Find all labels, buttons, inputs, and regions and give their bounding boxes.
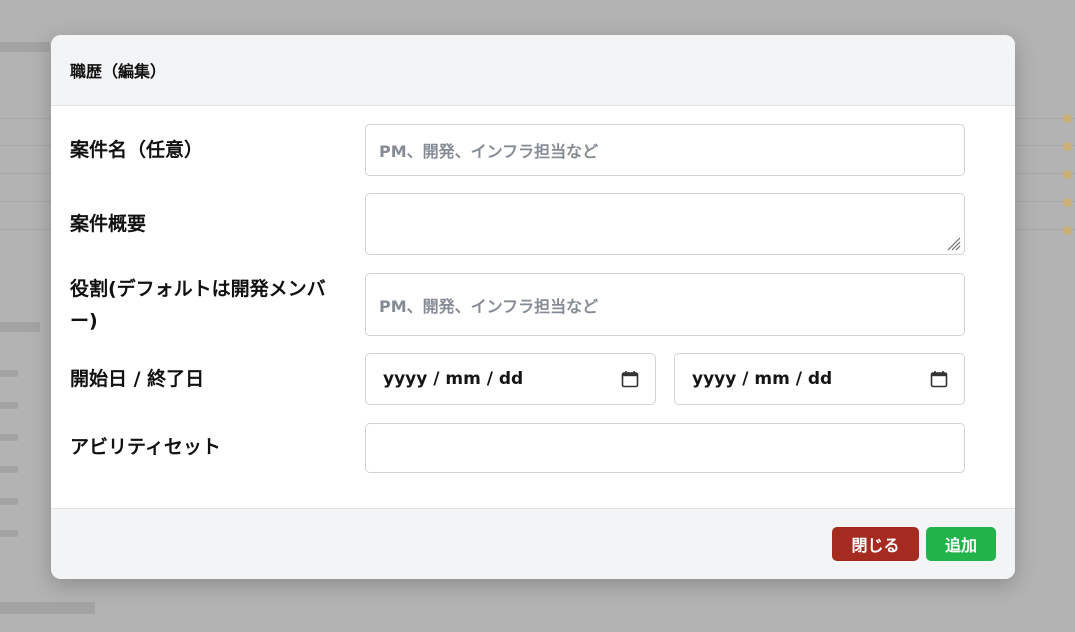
dates-label: 開始日 / 終了日 (70, 368, 205, 390)
project-name-placeholder: PM、開発、インフラ担当など (379, 142, 599, 161)
project-summary-label: 案件概要 (70, 213, 147, 235)
ability-set-input[interactable] (365, 423, 965, 473)
start-date-placeholder: yyyy / mm / dd (383, 369, 524, 389)
background-heading (0, 322, 40, 332)
end-date-input[interactable]: yyyy / mm / dd (674, 353, 965, 405)
start-date-input[interactable]: yyyy / mm / dd (365, 353, 656, 405)
career-edit-modal: 職歴（編集） 案件名（任意） PM、開発、インフラ担当など 案件概要 役割(デフ… (51, 35, 1015, 579)
close-button[interactable]: 閉じる (832, 527, 919, 561)
role-placeholder: PM、開発、インフラ担当など (379, 296, 599, 316)
resize-handle-icon[interactable] (945, 235, 961, 251)
background-heading (0, 42, 50, 52)
modal-header: 職歴（編集） (51, 35, 1015, 106)
role-input[interactable]: PM、開発、インフラ担当など (365, 273, 965, 336)
end-date-placeholder: yyyy / mm / dd (692, 369, 833, 389)
project-summary-textarea[interactable] (365, 193, 965, 255)
modal-footer: 閉じる 追加 (51, 508, 1015, 579)
calendar-icon[interactable] (621, 370, 639, 388)
calendar-icon[interactable] (930, 370, 948, 388)
ability-set-label: アビリティセット (70, 436, 221, 458)
background-heading (0, 602, 95, 614)
project-name-label: 案件名（任意） (70, 139, 204, 161)
role-label: 役割(デフォルトは開発メンバー) (70, 278, 326, 332)
project-name-input[interactable]: PM、開発、インフラ担当など (365, 124, 965, 176)
modal-title: 職歴（編集） (70, 62, 167, 81)
add-button[interactable]: 追加 (926, 527, 996, 561)
